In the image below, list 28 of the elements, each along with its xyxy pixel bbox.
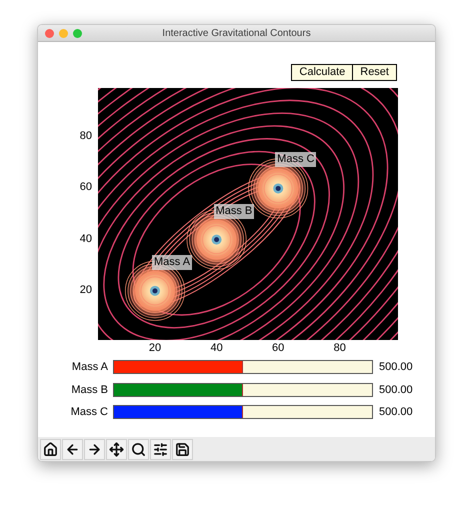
slider-label: Mass C — [70, 405, 109, 420]
plot-button[interactable]: Calculate — [291, 64, 354, 81]
mass-label: Mass C — [275, 152, 316, 168]
plot-button[interactable]: Reset — [353, 64, 397, 81]
mass-label: Mass B — [214, 204, 254, 219]
move-icon[interactable] — [106, 438, 127, 460]
sliders-icon[interactable] — [150, 438, 171, 460]
slider-label: Mass A — [70, 360, 109, 375]
x-tick-label: 60 — [271, 343, 286, 354]
mass-label: Mass A — [152, 254, 192, 270]
y-tick-label: 60 — [80, 182, 92, 194]
slider-value: 500.00 — [378, 360, 413, 375]
slider-value: 500.00 — [378, 405, 413, 420]
x-tick-label: 40 — [209, 343, 224, 354]
y-tick-label: 80 — [80, 131, 92, 142]
x-tick-label: 80 — [332, 343, 347, 354]
x-tick-label: 20 — [148, 343, 162, 354]
save-icon[interactable] — [172, 438, 193, 460]
window-title: Interactive Gravitational Contours — [162, 26, 311, 40]
slider-label: Mass B — [70, 382, 109, 398]
y-tick-label: 20 — [80, 284, 92, 296]
home-icon[interactable] — [40, 438, 61, 460]
zoom-icon[interactable] — [128, 438, 149, 460]
mass-slider[interactable] — [113, 405, 373, 420]
mass-slider[interactable] — [113, 360, 373, 374]
slider-value: 500.00 — [378, 382, 413, 398]
y-tick-label: 40 — [80, 234, 92, 245]
mass-slider[interactable] — [113, 382, 373, 397]
